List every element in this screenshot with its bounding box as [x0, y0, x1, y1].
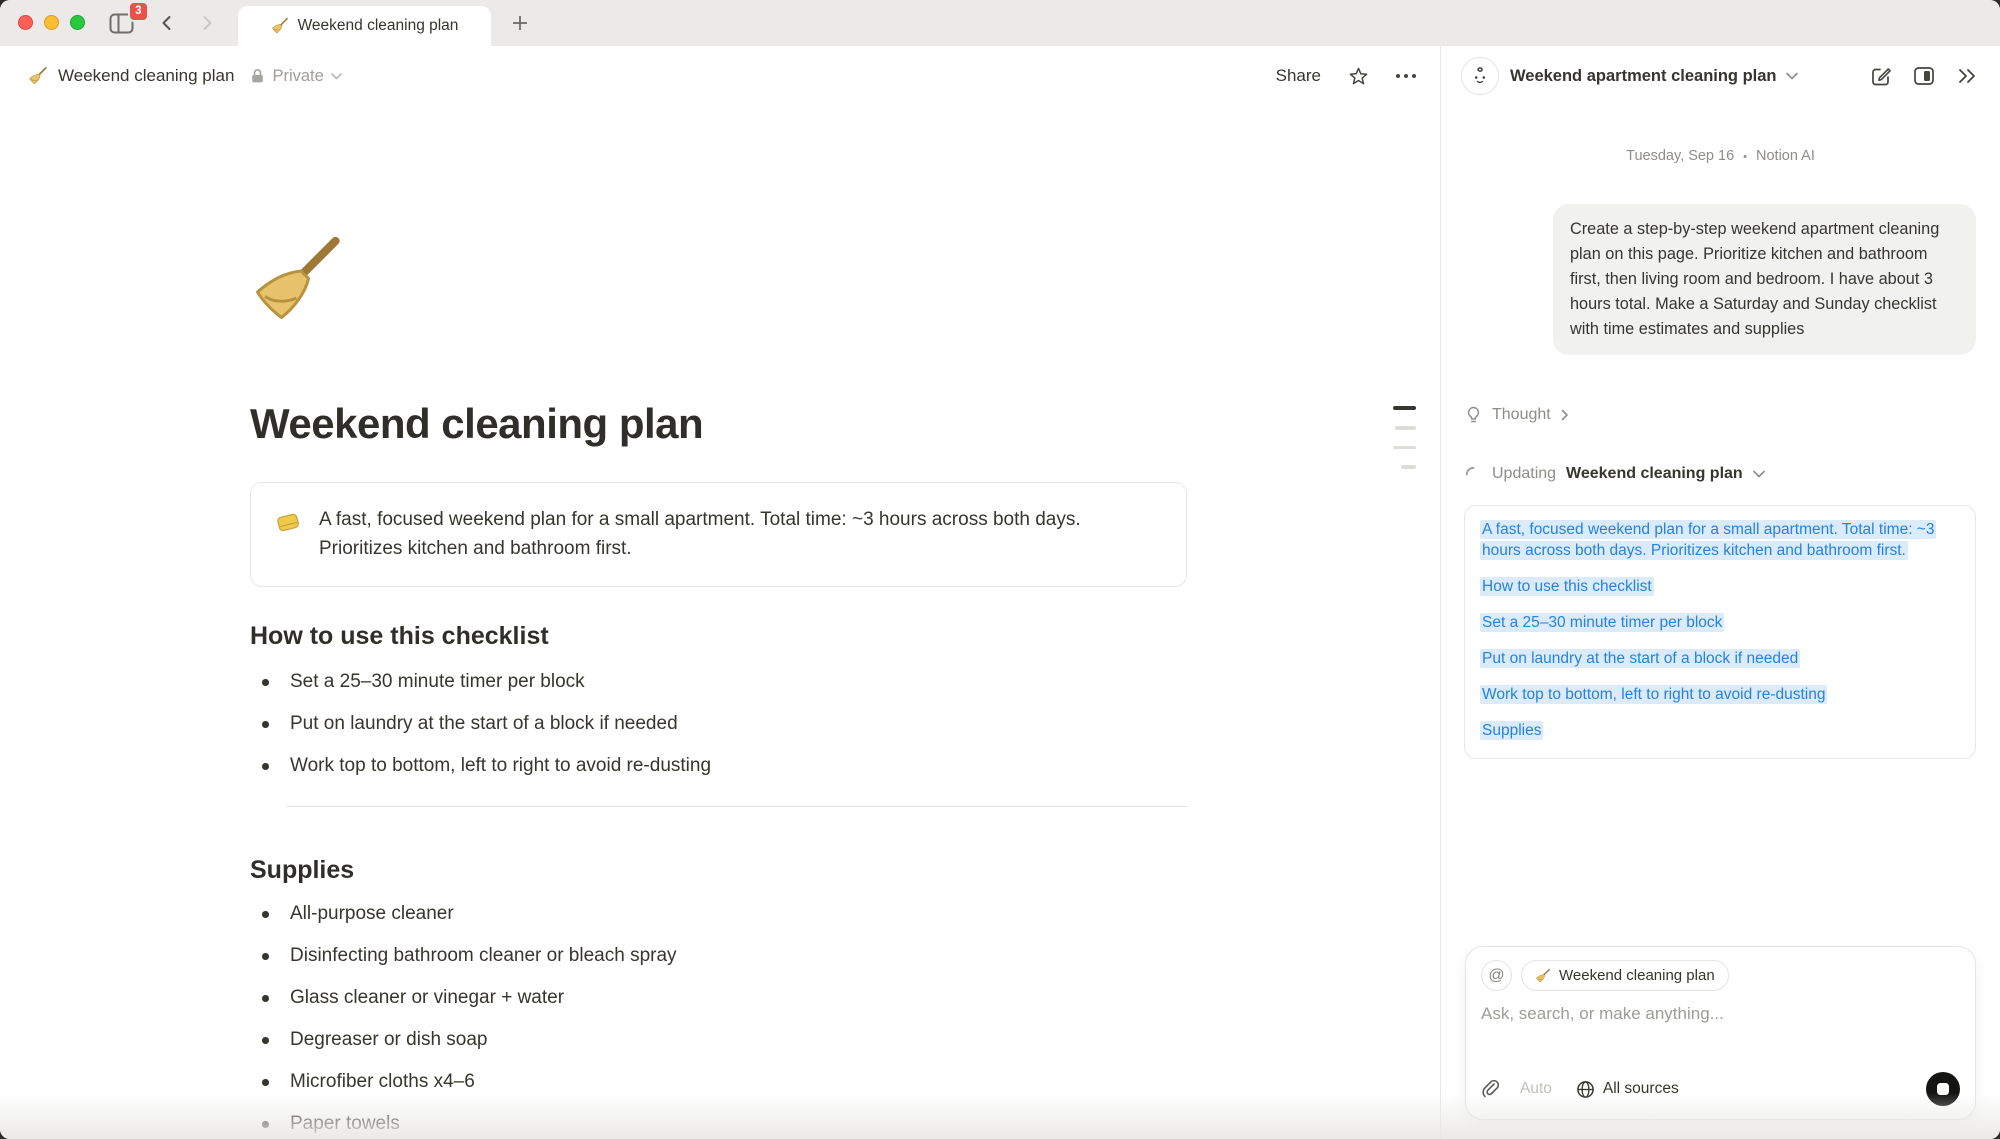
list-item[interactable]: Work top to bottom, left to right to avo… [250, 754, 1187, 778]
supplies-bullet-list: All-purpose cleaner Disinfecting bathroo… [250, 902, 1187, 1139]
list-item[interactable]: Microfiber cloths x4–6 [250, 1070, 1187, 1094]
stop-icon [1937, 1083, 1949, 1095]
broom-page-icon[interactable] [250, 232, 346, 328]
broom-icon [271, 17, 289, 35]
callout-block[interactable]: A fast, focused weekend plan for a small… [250, 482, 1187, 587]
sidebar-toggle-button[interactable]: 3 [106, 9, 136, 37]
toc-indicator[interactable] [1392, 406, 1416, 469]
chevron-down-icon [331, 73, 342, 80]
diff-line: Supplies [1480, 720, 1960, 741]
compose-icon[interactable] [1870, 65, 1892, 87]
mention-button[interactable]: @ [1481, 960, 1512, 991]
titlebar: 3 Weekend cleaning plan [0, 0, 2000, 46]
double-chevron-right-icon[interactable] [1956, 67, 1978, 85]
forward-button[interactable] [192, 9, 222, 37]
list-item[interactable]: Glass cleaner or vinegar + water [250, 986, 1187, 1010]
list-item[interactable]: Set a 25–30 minute timer per block [250, 670, 1187, 694]
paperclip-icon[interactable] [1481, 1079, 1500, 1099]
tab-weekend-cleaning-plan[interactable]: Weekend cleaning plan [238, 6, 491, 46]
checklist-bullet-list: Set a 25–30 minute timer per block Put o… [250, 670, 1187, 796]
diff-line: A fast, focused weekend plan for a small… [1480, 519, 1960, 561]
sources-selector[interactable]: All sources [1576, 1080, 1679, 1099]
page-title[interactable]: Weekend cleaning plan [250, 400, 703, 448]
stop-generation-button[interactable] [1926, 1072, 1960, 1106]
side-peek-icon[interactable] [1913, 65, 1935, 87]
mode-selector[interactable]: Auto [1520, 1080, 1552, 1098]
header-actions: Share [1276, 66, 1416, 87]
updating-page-title: Weekend cleaning plan [1566, 465, 1743, 483]
list-item[interactable]: Degreaser or dish soap [250, 1028, 1187, 1052]
breadcrumb-title: Weekend cleaning plan [58, 66, 234, 86]
ai-panel: Weekend apartment cleaning plan [1440, 46, 2000, 1139]
context-chip[interactable]: Weekend cleaning plan [1521, 960, 1729, 991]
ai-thread-title[interactable]: Weekend apartment cleaning plan [1510, 67, 1777, 86]
document-area: Weekend cleaning plan Private Share [0, 46, 1440, 1139]
ask-anything-input[interactable] [1481, 1004, 1960, 1024]
thought-toggle[interactable]: Thought [1465, 406, 1569, 424]
list-item[interactable]: Disinfecting bathroom cleaner or bleach … [250, 944, 1187, 968]
list-item[interactable]: All-purpose cleaner [250, 902, 1187, 926]
divider [286, 806, 1187, 807]
user-message-bubble: Create a step-by-step weekend apartment … [1553, 204, 1976, 355]
traffic-lights [18, 15, 85, 30]
sponge-icon [275, 508, 302, 535]
spinner-icon [1465, 466, 1482, 483]
notion-ai-face-icon [1469, 65, 1491, 87]
diff-line: Work top to bottom, left to right to avo… [1480, 684, 1960, 705]
section-heading-supplies[interactable]: Supplies [250, 854, 354, 886]
diff-line: How to use this checklist [1480, 576, 1960, 597]
zoom-window-button[interactable] [70, 15, 85, 30]
close-window-button[interactable] [18, 15, 33, 30]
more-options-button[interactable] [1396, 74, 1416, 78]
tab-label: Weekend cleaning plan [298, 17, 459, 35]
notion-window: 3 Weekend cleaning plan W [0, 0, 2000, 1139]
globe-icon [1576, 1080, 1595, 1099]
diff-line: Put on laundry at the start of a block i… [1480, 648, 1960, 669]
privacy-label: Private [272, 67, 323, 86]
callout-text: A fast, focused weekend plan for a small… [319, 505, 1162, 564]
minimize-window-button[interactable] [44, 15, 59, 30]
lock-icon [250, 68, 265, 84]
broom-icon [28, 66, 48, 86]
at-icon: @ [1488, 967, 1504, 985]
avatar [1461, 57, 1499, 95]
sources-label: All sources [1603, 1080, 1679, 1098]
favorite-star-icon[interactable] [1348, 66, 1369, 87]
list-item[interactable]: Paper towels [250, 1112, 1187, 1136]
forward-icon [198, 14, 216, 32]
broom-icon [1535, 968, 1551, 984]
plus-icon [510, 13, 530, 33]
diff-line: Set a 25–30 minute timer per block [1480, 612, 1960, 633]
back-button[interactable] [152, 9, 182, 37]
document-header: Weekend cleaning plan Private Share [0, 46, 1440, 106]
chevron-down-icon [1753, 470, 1765, 478]
context-chip-label: Weekend cleaning plan [1559, 967, 1715, 984]
list-item[interactable]: Put on laundry at the start of a block i… [250, 712, 1187, 736]
notification-badge: 3 [128, 1, 149, 22]
share-button[interactable]: Share [1276, 66, 1321, 86]
privacy-selector[interactable]: Private [250, 67, 341, 86]
chevron-down-icon[interactable] [1786, 72, 1798, 80]
update-diff-card[interactable]: A fast, focused weekend plan for a small… [1464, 505, 1976, 759]
back-icon [158, 14, 176, 32]
updating-label: Updating [1492, 465, 1556, 483]
lightbulb-icon [1465, 406, 1482, 424]
section-heading-checklist[interactable]: How to use this checklist [250, 620, 549, 652]
new-tab-button[interactable] [506, 10, 534, 36]
conversation-date: Tuesday, Sep 16 • Notion AI [1441, 148, 2000, 167]
thought-label: Thought [1492, 406, 1551, 424]
breadcrumb[interactable]: Weekend cleaning plan [28, 66, 234, 86]
updating-status[interactable]: Updating Weekend cleaning plan [1465, 465, 1765, 483]
ai-panel-actions [1870, 65, 1978, 87]
ai-composer: @ Weekend cleaning plan Auto [1465, 946, 1976, 1120]
chevron-right-icon [1561, 409, 1569, 421]
ai-panel-header: Weekend apartment cleaning plan [1441, 46, 2000, 106]
